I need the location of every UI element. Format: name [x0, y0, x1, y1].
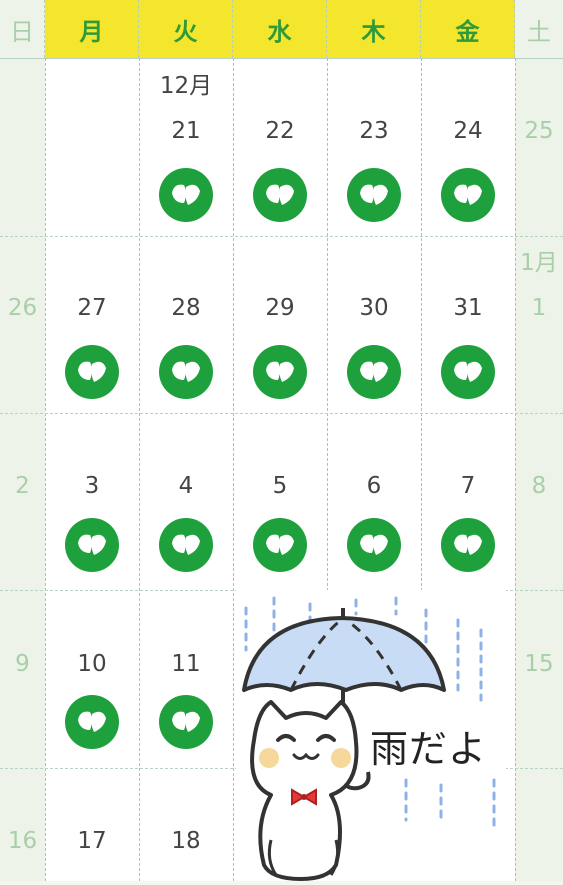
day-cell[interactable]: 17 — [45, 828, 139, 854]
column-monday — [45, 58, 139, 881]
day-cell[interactable]: 27 — [45, 295, 139, 321]
day-saturday[interactable]: 25 — [515, 118, 563, 144]
leaf-stamp-icon — [159, 168, 213, 222]
day-cell[interactable]: 7 — [421, 473, 515, 499]
week-divider — [0, 413, 563, 414]
leaf-stamp-icon — [441, 345, 495, 399]
day-cell[interactable]: 5 — [233, 473, 327, 499]
weekday-header: 日 月 火 水 木 金 土 — [0, 0, 563, 58]
header-wednesday: 水 — [233, 0, 327, 58]
grid-line — [45, 58, 46, 881]
leaf-stamp-icon — [65, 518, 119, 572]
header-sunday: 日 — [0, 0, 45, 58]
leaf-stamp-icon — [253, 518, 307, 572]
calendar: 日 月 火 水 木 金 土 12月 1月 25 21 22 23 24 26 1… — [0, 0, 563, 881]
day-saturday[interactable]: 8 — [515, 473, 563, 499]
day-saturday[interactable]: 15 — [515, 651, 563, 677]
day-sunday[interactable]: 2 — [0, 473, 45, 499]
week-divider — [0, 236, 563, 237]
header-tuesday: 火 — [139, 0, 233, 58]
day-cell[interactable]: 4 — [139, 473, 233, 499]
column-sunday — [0, 58, 45, 881]
leaf-stamp-icon — [347, 168, 401, 222]
header-friday: 金 — [421, 0, 515, 58]
day-cell[interactable]: 22 — [233, 118, 327, 144]
day-cell[interactable]: 29 — [233, 295, 327, 321]
day-sunday[interactable]: 26 — [0, 295, 45, 321]
leaf-stamp-icon — [253, 345, 307, 399]
leaf-stamp-icon — [253, 168, 307, 222]
column-saturday — [515, 58, 563, 881]
header-divider — [0, 58, 563, 59]
day-cell[interactable]: 21 — [139, 118, 233, 144]
day-cell[interactable]: 28 — [139, 295, 233, 321]
header-saturday: 土 — [515, 0, 563, 58]
month-label-january: 1月 — [520, 250, 558, 276]
day-cell[interactable]: 24 — [421, 118, 515, 144]
month-label-december: 12月 — [159, 73, 213, 99]
leaf-stamp-icon — [65, 345, 119, 399]
header-monday: 月 — [45, 0, 139, 58]
leaf-stamp-icon — [65, 695, 119, 749]
day-cell[interactable]: 30 — [327, 295, 421, 321]
leaf-stamp-icon — [159, 345, 213, 399]
day-cell[interactable]: 11 — [139, 651, 233, 677]
leaf-stamp-icon — [159, 518, 213, 572]
header-thursday: 木 — [327, 0, 421, 58]
day-cell[interactable]: 10 — [45, 651, 139, 677]
day-cell[interactable]: 31 — [421, 295, 515, 321]
day-saturday[interactable]: 1 — [515, 295, 563, 321]
day-cell[interactable]: 3 — [45, 473, 139, 499]
day-cell[interactable]: 18 — [139, 828, 233, 854]
grid-line — [139, 58, 140, 881]
sticker-caption: 雨だよ — [370, 727, 488, 771]
day-sunday[interactable]: 16 — [0, 828, 45, 854]
leaf-stamp-icon — [441, 168, 495, 222]
leaf-stamp-icon — [347, 518, 401, 572]
leaf-stamp-icon — [441, 518, 495, 572]
day-cell[interactable]: 6 — [327, 473, 421, 499]
grid-line — [515, 58, 516, 881]
leaf-stamp-icon — [347, 345, 401, 399]
leaf-stamp-icon — [159, 695, 213, 749]
day-cell[interactable]: 23 — [327, 118, 421, 144]
day-sunday[interactable]: 9 — [0, 651, 45, 677]
grid-line — [233, 58, 234, 881]
